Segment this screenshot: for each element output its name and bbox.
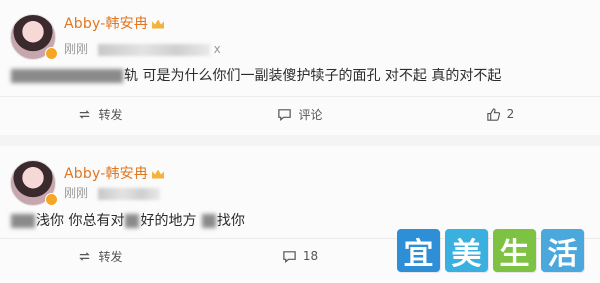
post-meta: 刚刚	[64, 184, 160, 201]
comment-icon	[278, 108, 292, 121]
verified-badge-icon	[45, 193, 58, 206]
redacted-text	[201, 214, 216, 228]
post-text: 浅你 你总有对 好的地方 找你	[10, 210, 245, 230]
watermark-char: 美	[445, 229, 488, 272]
post-time: 刚刚	[64, 42, 89, 56]
redacted-source	[97, 43, 210, 56]
post-time: 刚刚	[64, 186, 89, 200]
watermark-logo: 宜 美 生 活	[397, 229, 584, 272]
redacted-text	[11, 214, 35, 228]
weibo-post-1: Abby-韩安冉 刚刚 x 轨 可是为什么你们一副装傻护犊子的面孔 对不起 真的…	[0, 0, 600, 135]
repost-button[interactable]: 转发	[0, 239, 200, 273]
like-button[interactable]: 2	[400, 97, 600, 131]
redacted-source	[97, 187, 160, 200]
crown-icon	[152, 169, 165, 179]
post-source: x	[213, 42, 221, 56]
post-text: 轨 可是为什么你们一副装傻护犊子的面孔 对不起 真的对不起	[10, 65, 501, 85]
redacted-text	[11, 69, 123, 83]
watermark-char: 生	[493, 229, 536, 272]
watermark-char: 宜	[397, 229, 440, 272]
crown-icon	[152, 19, 165, 29]
thumbs-up-icon	[486, 107, 500, 121]
comment-button[interactable]: 18	[200, 239, 400, 273]
repost-icon	[79, 251, 91, 261]
comment-icon	[283, 250, 296, 263]
post-meta: 刚刚 x	[64, 40, 221, 57]
repost-button[interactable]: 转发	[0, 97, 200, 131]
username[interactable]: Abby-韩安冉	[64, 13, 165, 33]
username[interactable]: Abby-韩安冉	[64, 163, 165, 183]
action-bar: 转发 评论 2	[0, 97, 600, 131]
verified-badge-icon	[45, 47, 58, 60]
comment-button[interactable]: 评论	[200, 97, 400, 131]
repost-icon	[79, 109, 91, 119]
watermark-char: 活	[541, 229, 584, 272]
redacted-text	[125, 214, 140, 228]
